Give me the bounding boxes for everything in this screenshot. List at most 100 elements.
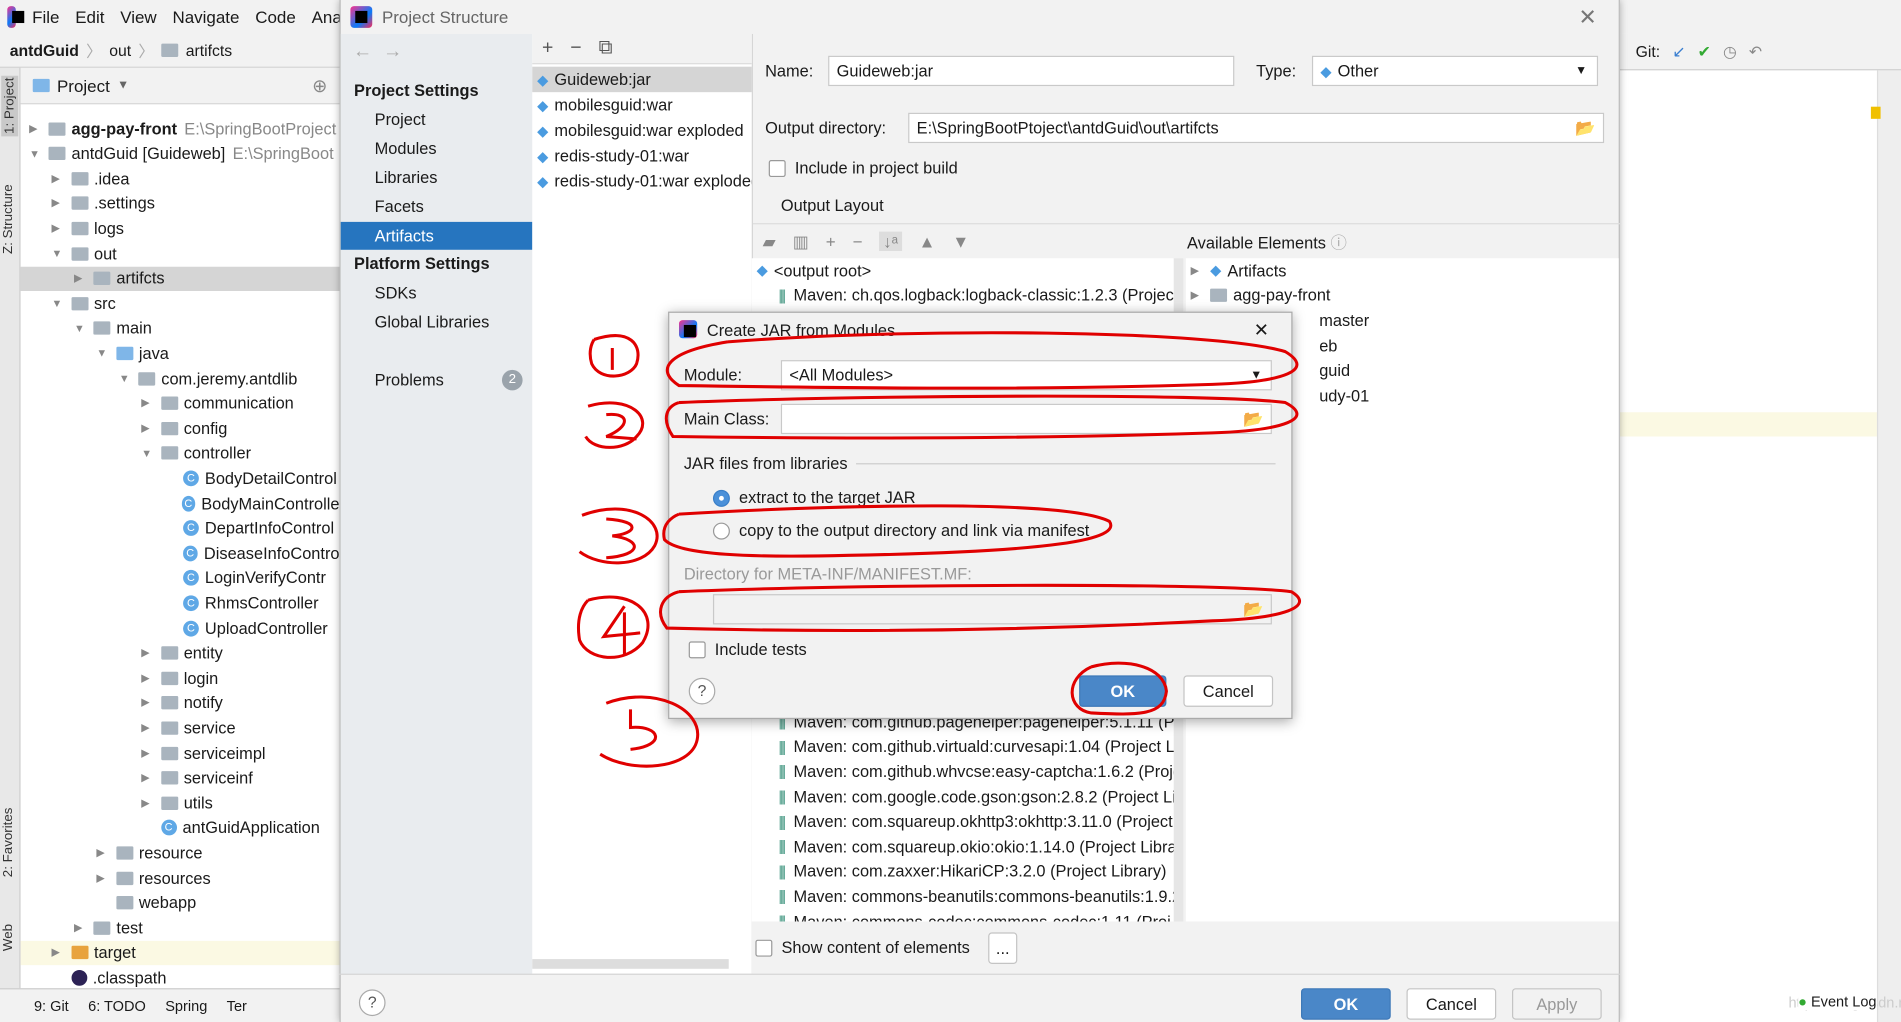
nav-item-[interactable] xyxy=(341,337,533,365)
move-up-icon[interactable]: ▲ xyxy=(919,232,936,251)
tree-item[interactable]: ▼ com.jeremy.antdlib xyxy=(21,366,340,390)
available-item[interactable]: master xyxy=(1293,308,1619,333)
ok-button[interactable]: OK xyxy=(1301,988,1391,1020)
tree-item[interactable]: ▼ src xyxy=(21,291,340,315)
chevron-down-icon[interactable]: ▼ xyxy=(119,372,131,384)
tree-item[interactable]: ▶ utils xyxy=(21,791,340,815)
crumb-artifcts[interactable]: artifcts xyxy=(186,41,232,59)
tree-item[interactable]: C BodyMainControlle xyxy=(21,491,340,515)
chevron-down-icon[interactable]: ▼ xyxy=(96,347,108,359)
tree-item[interactable]: ▶ config xyxy=(21,416,340,440)
cancel-button[interactable]: Cancel xyxy=(1406,988,1497,1020)
chevron-down-icon[interactable]: ▼ xyxy=(141,447,153,459)
output-item[interactable]: |||| Maven: com.github.virtuald:curvesapi… xyxy=(752,734,1182,759)
folder-browse-icon[interactable]: 📂 xyxy=(1243,600,1263,619)
nav-item-facets[interactable]: Facets xyxy=(341,192,533,220)
tab-todo[interactable]: 6: TODO xyxy=(88,997,146,1014)
chevron-right-icon[interactable]: ▶ xyxy=(141,671,153,684)
menu-edit[interactable]: Edit xyxy=(75,7,104,26)
tree-item[interactable]: ▼ out xyxy=(21,241,340,265)
chevron-down-icon[interactable]: ▼ xyxy=(52,297,64,309)
crumb-out[interactable]: out xyxy=(109,41,131,59)
project-view-selector[interactable]: Project xyxy=(57,76,110,95)
include-build-checkbox[interactable]: Include in project build xyxy=(768,159,958,178)
chevron-down-icon[interactable]: ▼ xyxy=(52,247,64,259)
output-item[interactable]: |||| Maven: com.zaxxer:HikariCP:3.2.0 (Pr… xyxy=(752,859,1182,884)
output-root[interactable]: ◆ <output root> xyxy=(752,258,1184,283)
tree-item[interactable]: ▶ agg-pay-front E:\SpringBootProject xyxy=(21,116,340,140)
tab-favorites[interactable]: 2: Favorites xyxy=(1,808,16,878)
output-item[interactable]: |||| Maven: com.squareup.okio:okio:1.14.0… xyxy=(752,834,1182,859)
chevron-right-icon[interactable]: ▶ xyxy=(96,871,108,884)
remove-icon[interactable]: − xyxy=(570,38,581,60)
tree-item[interactable]: ▶ entity xyxy=(21,641,340,665)
tree-item[interactable]: C LoginVerifyContr xyxy=(21,566,340,590)
chevron-down-icon[interactable]: ▼ xyxy=(74,322,86,334)
tab-structure[interactable]: Z: Structure xyxy=(1,184,16,254)
chevron-right-icon[interactable]: ▶ xyxy=(141,397,153,410)
move-down-icon[interactable]: ▼ xyxy=(952,232,969,251)
chevron-right-icon[interactable]: ▶ xyxy=(141,696,153,709)
menu-code[interactable]: Code xyxy=(255,7,296,26)
module-select[interactable]: <All Modules> ▼ xyxy=(780,360,1272,391)
tree-item[interactable]: ▶ .idea xyxy=(21,166,340,190)
tree-item[interactable]: C DiseaseInfoContro xyxy=(21,541,340,565)
close-icon[interactable]: ✕ xyxy=(1254,319,1269,341)
chevron-right-icon[interactable]: ▶ xyxy=(52,172,64,185)
artifact-item[interactable]: ◆ mobilesguid:war exploded xyxy=(532,118,751,143)
tree-item[interactable]: ▶ resources xyxy=(21,866,340,890)
tree-item[interactable]: ▶ .settings xyxy=(21,191,340,215)
archive-icon[interactable]: ▥ xyxy=(793,231,809,252)
tree-item[interactable]: .classpath xyxy=(21,966,340,990)
tree-item[interactable]: ▶ test xyxy=(21,916,340,940)
chevron-right-icon[interactable]: ▶ xyxy=(141,771,153,784)
new-directory-icon[interactable]: ▰ xyxy=(763,231,776,252)
forward-icon[interactable]: → xyxy=(383,41,402,62)
output-item[interactable]: |||| Maven: com.google.code.gson:gson:2.8… xyxy=(752,784,1182,809)
tree-item[interactable]: ▶ target xyxy=(20,940,340,965)
include-tests-checkbox[interactable]: Include tests xyxy=(688,640,807,659)
output-item[interactable]: |||| Maven: ch.qos.logback:logback-classi… xyxy=(752,283,1184,308)
sort-icon[interactable]: ↓ᵃ xyxy=(879,231,902,251)
tree-item[interactable]: C DepartInfoControl xyxy=(21,516,340,540)
main-class-input[interactable]: 📂 xyxy=(780,403,1272,435)
menu-file[interactable]: File xyxy=(32,7,59,26)
tree-item[interactable]: ▶ serviceinf xyxy=(21,766,340,790)
menu-navigate[interactable]: Navigate xyxy=(172,7,239,26)
chevron-right-icon[interactable]: ▶ xyxy=(52,222,64,235)
folder-browse-icon[interactable]: 📂 xyxy=(1575,118,1595,137)
horizontal-scrollbar[interactable] xyxy=(532,959,729,969)
output-item[interactable]: |||| Maven: commons-beanutils:commons-bea… xyxy=(752,884,1182,909)
output-dir-input[interactable]: E:\SpringBootPtoject\antdGuid\out\artifc… xyxy=(908,112,1605,144)
radio-extract[interactable]: extract to the target JAR xyxy=(712,489,916,508)
chevron-right-icon[interactable]: ▶ xyxy=(141,796,153,809)
output-item[interactable]: |||| Maven: com.squareup.okhttp3:okhttp:3… xyxy=(752,809,1182,834)
tree-item[interactable]: ▶ service xyxy=(21,716,340,740)
nav-item-modules[interactable]: Modules xyxy=(341,134,533,162)
folder-browse-icon[interactable]: 📂 xyxy=(1243,409,1263,428)
help-button[interactable]: ? xyxy=(688,677,716,705)
tree-item[interactable]: ▶ notify xyxy=(21,691,340,715)
chevron-right-icon[interactable]: ▶ xyxy=(74,921,86,934)
crumb-project[interactable]: antdGuid xyxy=(10,41,79,59)
menu-view[interactable]: View xyxy=(120,7,156,26)
nav-item-global-libraries[interactable]: Global Libraries xyxy=(341,308,533,336)
tree-item[interactable]: ▶ serviceimpl xyxy=(21,741,340,765)
artifact-item[interactable]: ◆ Guideweb:jar xyxy=(532,66,752,93)
help-button[interactable]: ? xyxy=(358,989,386,1017)
more-button[interactable]: ... xyxy=(988,932,1018,964)
update-icon[interactable]: ↙ xyxy=(1672,42,1685,61)
show-content-checkbox[interactable]: Show content of elements xyxy=(755,938,970,958)
history-icon[interactable]: ◷ xyxy=(1723,42,1737,61)
tab-project[interactable]: 1: Project xyxy=(1,75,19,137)
tab-git[interactable]: 9: Git xyxy=(34,997,69,1014)
output-item[interactable]: |||| Maven: com.github.whvcse:easy-captch… xyxy=(752,759,1182,784)
available-item[interactable]: guid xyxy=(1293,358,1619,383)
chevron-right-icon[interactable]: ▶ xyxy=(141,422,153,435)
locate-icon[interactable]: ⊕ xyxy=(312,75,327,97)
tree-item[interactable]: webapp xyxy=(21,891,340,915)
available-item[interactable]: ▶ ◆ Artifacts xyxy=(1186,258,1619,283)
nav-item-sdks[interactable]: SDKs xyxy=(341,279,533,307)
artifact-item[interactable]: ◆ redis-study-01:war exploded xyxy=(532,169,752,194)
tree-item[interactable]: C BodyDetailControl xyxy=(21,466,340,490)
